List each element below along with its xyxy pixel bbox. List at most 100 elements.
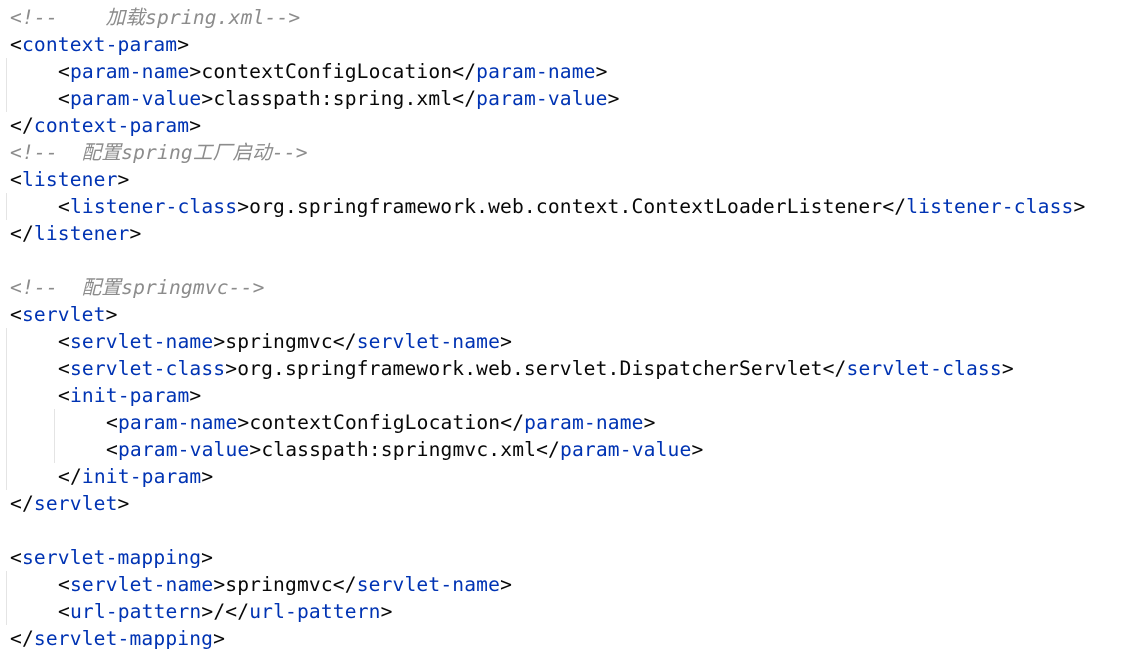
xml-tag-name: servlet-mapping [33,627,214,650]
xml-tag-name: init-param [69,384,190,407]
code-line[interactable]: <!-- 配置spring工厂启动--> [10,139,308,166]
xml-tag-name: context-param [33,114,190,137]
code-line[interactable]: <!-- 配置springmvc--> [10,274,265,301]
xml-tag-name: listener [21,168,118,191]
xml-tag-name: servlet [33,492,118,515]
xml-tag-name: listener-class [906,195,1074,218]
tag-bracket: > [189,114,202,137]
indent-guide [54,409,55,463]
xml-text-value: springmvc [225,330,333,353]
tag-bracket: < [10,546,22,569]
xml-text-value: classpath:spring.xml [213,87,453,110]
tag-bracket: > [500,573,513,596]
tag-bracket: < [10,303,22,326]
tag-bracket: > [595,60,608,83]
xml-text-value: contextConfigLocation [201,60,453,83]
xml-text-value: / [213,600,226,623]
tag-bracket: < [58,573,70,596]
tag-bracket: > [201,465,214,488]
xml-tag-name: listener-class [69,195,238,218]
code-line[interactable]: <listener> [10,166,129,193]
code-line[interactable]: <servlet-name>springmvc</servlet-name> [58,328,512,355]
tag-bracket: > [643,411,656,434]
tag-bracket: </ [332,330,357,353]
xml-tag-name: param-name [524,411,644,434]
code-line[interactable]: <init-param> [58,382,201,409]
tag-bracket: </ [500,411,525,434]
xml-tag-name: param-value [69,87,202,110]
xml-tag-name: param-value [476,87,608,110]
xml-tag-name: servlet-class [846,357,1002,380]
tag-bracket: > [105,303,118,326]
tag-bracket: < [58,87,70,110]
xml-tag-name: url-pattern [249,600,381,623]
tag-bracket: < [58,195,70,218]
tag-bracket: < [10,33,22,56]
tag-bracket: </ [10,222,34,245]
tag-bracket: > [607,87,620,110]
tag-bracket: > [691,438,704,461]
indent-guide [6,58,7,112]
tag-bracket: > [117,168,130,191]
tag-bracket: > [189,60,202,83]
tag-bracket: </ [452,87,477,110]
tag-bracket: > [225,357,238,380]
tag-bracket: > [177,33,190,56]
tag-bracket: </ [58,465,82,488]
xml-tag-name: context-param [21,33,178,56]
code-line[interactable]: </context-param> [10,112,201,139]
code-line[interactable]: <servlet-name>springmvc</servlet-name> [58,571,512,598]
xml-tag-name: listener [33,222,130,245]
indent-guide [6,571,7,625]
code-line[interactable]: <url-pattern>/</url-pattern> [58,598,393,625]
xml-comment: <!-- 配置spring工厂启动--> [10,141,308,164]
xml-text-value: org.springframework.web.servlet.Dispatch… [237,357,823,380]
tag-bracket: > [189,384,202,407]
tag-bracket: < [106,411,118,434]
xml-tag-name: param-value [560,438,692,461]
tag-bracket: > [213,330,226,353]
tag-bracket: < [58,330,70,353]
code-line[interactable]: <!-- 加载spring.xml--> [10,4,300,31]
tag-bracket: </ [882,195,907,218]
tag-bracket: > [201,87,214,110]
tag-bracket: </ [10,627,34,650]
tag-bracket: > [213,627,226,650]
code-line[interactable]: <param-value>classpath:springmvc.xml</pa… [106,436,703,463]
code-line[interactable]: </init-param> [58,463,213,490]
code-line[interactable]: <context-param> [10,31,189,58]
xml-text-value: contextConfigLocation [249,411,501,434]
tag-bracket: > [129,222,142,245]
code-line[interactable]: <servlet> [10,301,118,328]
tag-bracket: < [58,60,70,83]
tag-bracket: < [58,384,70,407]
tag-bracket: > [237,195,250,218]
tag-bracket: > [1001,357,1014,380]
code-line[interactable]: <servlet-class>org.springframework.web.s… [58,355,1014,382]
xml-tag-name: servlet-name [356,330,501,353]
xml-tag-name: servlet-mapping [21,546,202,569]
code-editor[interactable]: <!-- 加载spring.xml--> <context-param> <para… [0,0,1144,652]
tag-bracket: > [380,600,393,623]
code-line[interactable]: <param-name>contextConfigLocation</param… [106,409,656,436]
code-line[interactable]: <param-value>classpath:spring.xml</param… [58,85,620,112]
code-line[interactable]: </listener> [10,220,141,247]
tag-bracket: < [58,600,70,623]
tag-bracket: </ [10,492,34,515]
code-line[interactable]: <param-name>contextConfigLocation</param… [58,58,608,85]
code-line[interactable]: </servlet-mapping> [10,625,225,652]
tag-bracket: < [10,168,22,191]
xml-tag-name: param-name [117,411,238,434]
xml-text-value: classpath:springmvc.xml [261,438,537,461]
code-line[interactable]: </servlet> [10,490,129,517]
xml-tag-name: param-value [117,438,250,461]
code-line[interactable]: <servlet-mapping> [10,544,213,571]
xml-text-value: springmvc [225,573,333,596]
tag-bracket: > [237,411,250,434]
xml-tag-name: servlet-class [69,357,226,380]
xml-comment: <!-- 配置springmvc--> [10,276,265,299]
indent-guide [6,328,7,490]
code-line[interactable]: <listener-class>org.springframework.web.… [58,193,1085,220]
xml-tag-name: servlet-name [69,330,214,353]
xml-tag-name: servlet [21,303,106,326]
